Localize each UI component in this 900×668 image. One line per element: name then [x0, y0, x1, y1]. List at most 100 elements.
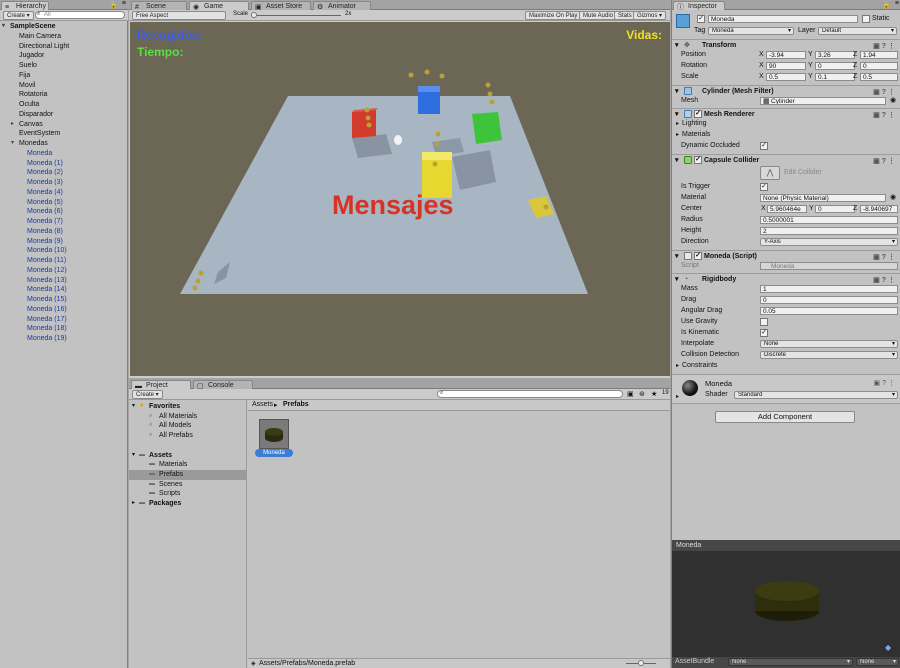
mesh-renderer-header[interactable]: ▾ ✓ Mesh Renderer ▣?⋮	[672, 108, 900, 119]
chevron-down-icon[interactable]: ▾	[2, 22, 5, 32]
use-gravity-checkbox[interactable]	[760, 318, 768, 326]
asset-folder[interactable]: ▬ Scenes	[129, 480, 247, 490]
hierarchy-item[interactable]: Main Camera	[0, 32, 127, 42]
tab-project[interactable]: ▬ Project	[131, 380, 191, 390]
hierarchy-item-moneda[interactable]: Moneda (13)	[0, 276, 127, 286]
project-assets[interactable]: ▾ ▬ Assets	[129, 451, 247, 461]
angular-drag-field[interactable]: 0.05	[760, 307, 898, 315]
dynamic-occluded-checkbox[interactable]: ✓	[760, 142, 768, 150]
hierarchy-item-moneda[interactable]: Moneda (11)	[0, 256, 127, 266]
materials-foldout[interactable]: Materials	[682, 131, 710, 138]
hierarchy-item-moneda[interactable]: Moneda (3)	[0, 178, 127, 188]
chevron-right-icon[interactable]: ▸	[676, 362, 679, 369]
hierarchy-item-moneda[interactable]: Moneda (14)	[0, 285, 127, 295]
radius-field[interactable]: 0.5000001	[760, 216, 898, 224]
chevron-right-icon[interactable]: ▸	[676, 120, 679, 127]
object-picker-icon[interactable]: ◉	[890, 193, 896, 201]
is-trigger-checkbox[interactable]: ✓	[760, 183, 768, 191]
physic-material-field[interactable]: None (Physic Material)	[760, 194, 886, 202]
hierarchy-item-moneda[interactable]: Moneda (6)	[0, 207, 127, 217]
filter-type-icon[interactable]: ▣	[627, 390, 634, 398]
mesh-field[interactable]: Cylinder	[760, 97, 886, 105]
favorite-item[interactable]: ⌕ All Materials	[129, 412, 247, 422]
chevron-down-icon[interactable]: ▾	[132, 402, 135, 412]
label-icon[interactable]: ⊛	[639, 390, 645, 398]
hierarchy-item-moneda[interactable]: Moneda (4)	[0, 188, 127, 198]
capsule-collider-enabled-checkbox[interactable]: ✓	[694, 156, 702, 164]
gizmos-button[interactable]: Gizmos ▾	[633, 11, 667, 20]
hierarchy-item[interactable]: Rotatoria	[0, 90, 127, 100]
tag-icon[interactable]: ◆	[885, 643, 891, 652]
transform-header[interactable]: ▾ ✥ Transform ▣?⋮	[672, 39, 900, 50]
tab-game[interactable]: ◉ Game	[189, 1, 249, 11]
favorite-item[interactable]: ⌕ All Models	[129, 421, 247, 431]
hierarchy-item[interactable]: Directional Light	[0, 42, 127, 52]
mesh-filter-header[interactable]: ▾ Cylinder (Mesh Filter) ▣?⋮	[672, 85, 900, 96]
create-button[interactable]: Create ▾	[132, 390, 163, 399]
add-component-button[interactable]: Add Component	[715, 411, 855, 423]
interpolate-dropdown[interactable]: None	[760, 340, 898, 348]
menu-icon[interactable]: ≡	[122, 0, 126, 7]
lock-icon[interactable]: 🔒	[109, 1, 118, 9]
hierarchy-item-moneda[interactable]: Moneda (16)	[0, 305, 127, 315]
object-name-field[interactable]: Moneda	[708, 15, 858, 23]
tab-scene[interactable]: # Scene	[131, 1, 187, 11]
assetbundle-dropdown[interactable]: None	[728, 658, 853, 666]
hierarchy-item-moneda[interactable]: Moneda (7)	[0, 217, 127, 227]
scale-x-field[interactable]: 0.5	[766, 73, 806, 81]
chevron-right-icon[interactable]: ▸	[11, 120, 14, 130]
static-checkbox[interactable]	[862, 15, 870, 23]
asset-folder[interactable]: ▬ Materials	[129, 460, 247, 470]
hierarchy-item-moneda[interactable]: Moneda (15)	[0, 295, 127, 305]
mute-audio-button[interactable]: Mute Audio	[579, 11, 618, 20]
asset-name-label[interactable]: Moneda	[255, 449, 293, 457]
rigidbody-header[interactable]: ▾ ◔ Rigidbody ▣?⋮	[672, 273, 900, 284]
maximize-on-play-button[interactable]: Maximize On Play	[525, 11, 582, 20]
hierarchy-item-moneda[interactable]: Moneda (8)	[0, 227, 127, 237]
asset-folder[interactable]: ▬ Scripts	[129, 489, 247, 499]
rotation-x-field[interactable]: 90	[766, 62, 806, 70]
position-x-field[interactable]: -3.94	[766, 51, 806, 59]
edit-collider-button[interactable]: ⋀	[760, 166, 780, 180]
is-kinematic-checkbox[interactable]: ✓	[760, 329, 768, 337]
tag-dropdown[interactable]: Moneda	[708, 27, 794, 35]
chevron-right-icon[interactable]: ▸	[132, 499, 135, 509]
position-y-field[interactable]: 3.26	[815, 51, 855, 59]
thumbnail-size-handle[interactable]	[638, 660, 644, 666]
component-tools-icon[interactable]: ▣?⋮	[873, 110, 897, 121]
lighting-foldout[interactable]: Lighting	[682, 120, 707, 127]
hierarchy-item-moneda[interactable]: Moneda (2)	[0, 168, 127, 178]
scale-slider-handle[interactable]	[251, 12, 257, 18]
hierarchy-item-moneda[interactable]: Moneda (19)	[0, 334, 127, 344]
hierarchy-item[interactable]: Suelo	[0, 61, 127, 71]
capsule-collider-header[interactable]: ▾ ✓ Capsule Collider ▣?⋮	[672, 154, 900, 165]
moneda-script-header[interactable]: ▾ ✓ Moneda (Script) ▣?⋮	[672, 250, 900, 261]
lock-icon[interactable]: 🔒	[882, 1, 891, 9]
chevron-right-icon[interactable]: ▸	[676, 393, 679, 400]
asset-folder[interactable]: ▬ Prefabs	[129, 469, 247, 480]
tab-hierarchy[interactable]: ≡ Hierarchy	[1, 1, 49, 11]
collision-detection-dropdown[interactable]: Discrete	[760, 351, 898, 359]
hierarchy-item-moneda[interactable]: Moneda	[0, 149, 127, 159]
project-search-input[interactable]	[437, 390, 623, 398]
hierarchy-item[interactable]: Oculta	[0, 100, 127, 110]
breadcrumb-prefabs[interactable]: Prefabs	[283, 401, 309, 408]
project-favorites[interactable]: ▾ ★ Favorites	[129, 402, 247, 412]
hierarchy-item-moneda[interactable]: Moneda (10)	[0, 246, 127, 256]
tab-animator[interactable]: ⚙ Animator	[313, 1, 371, 11]
object-picker-icon[interactable]: ◉	[890, 96, 896, 104]
create-button[interactable]: Create ▾	[3, 11, 34, 20]
script-enabled-checkbox[interactable]: ✓	[694, 252, 702, 260]
direction-dropdown[interactable]: Y-Axis	[760, 238, 898, 246]
hierarchy-search-input[interactable]: All	[35, 11, 125, 19]
center-y-field[interactable]: 0	[815, 205, 855, 213]
active-checkbox[interactable]: ✓	[697, 15, 705, 23]
hierarchy-item-moneda[interactable]: Moneda (12)	[0, 266, 127, 276]
hierarchy-item[interactable]: ▾ Monedas	[0, 139, 127, 149]
chevron-down-icon[interactable]: ▾	[132, 451, 135, 461]
tab-asset-store[interactable]: ▣ Asset Store	[251, 1, 311, 11]
scale-z-field[interactable]: 0.5	[860, 73, 898, 81]
shader-dropdown[interactable]: Standard	[734, 391, 898, 399]
hierarchy-item[interactable]: Movil	[0, 81, 127, 91]
constraints-foldout[interactable]: Constraints	[682, 362, 717, 369]
